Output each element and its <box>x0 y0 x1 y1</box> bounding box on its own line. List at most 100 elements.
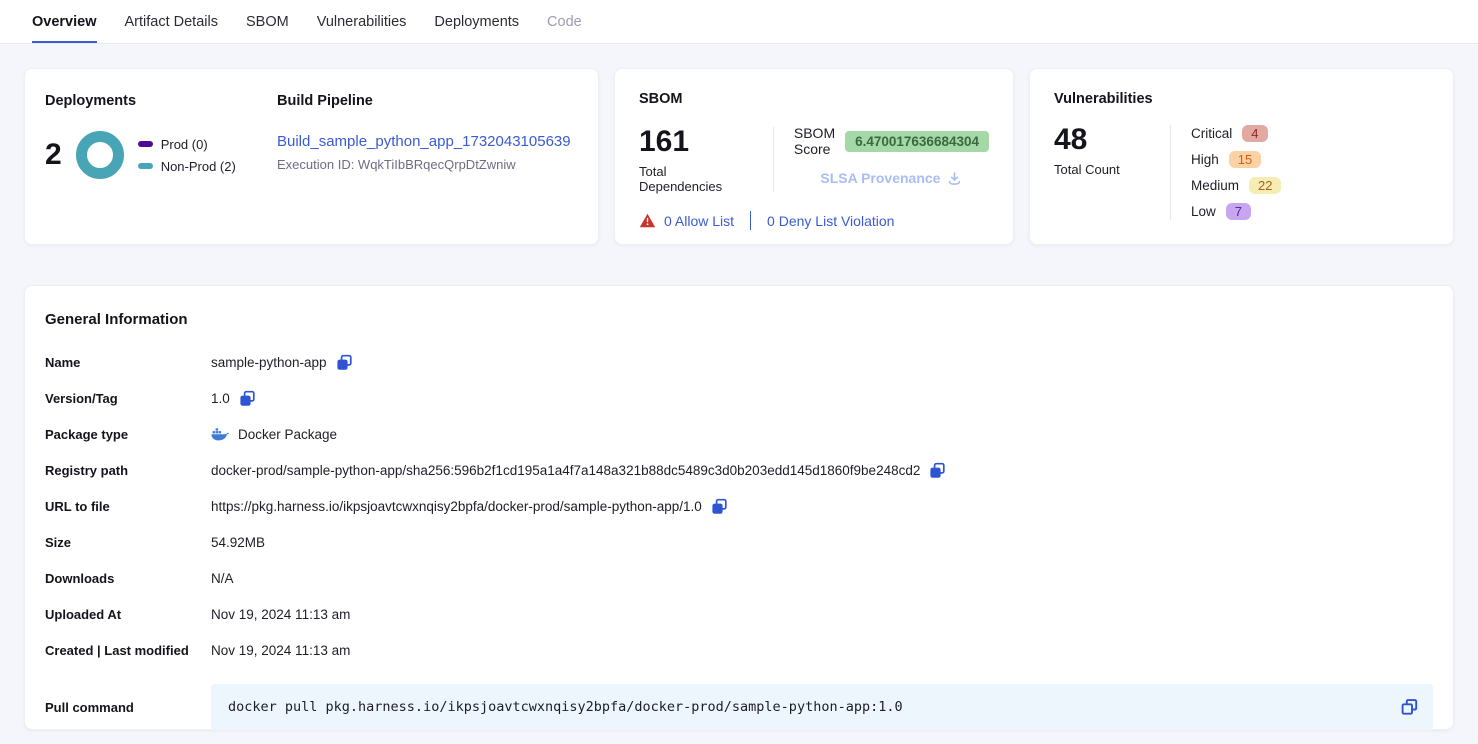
legend-label: Prod (0) <box>161 137 208 152</box>
name-value: sample-python-app <box>211 355 327 370</box>
slsa-provenance-label: SLSA Provenance <box>820 170 940 186</box>
vulnerabilities-total-label: Total Count <box>1054 162 1150 177</box>
version-value: 1.0 <box>211 391 230 406</box>
field-label: URL to file <box>45 499 211 514</box>
field-label: Uploaded At <box>45 607 211 622</box>
package-type-value: Docker Package <box>238 427 337 442</box>
deny-list-link[interactable]: 0 Deny List Violation <box>767 213 894 229</box>
row-url: URL to file https://pkg.harness.io/ikpsj… <box>45 496 1433 516</box>
downloads-value: N/A <box>211 571 234 586</box>
registry-path-value: docker-prod/sample-python-app/sha256:596… <box>211 463 920 478</box>
pull-command-box: docker pull pkg.harness.io/ikpsjoavtcwxn… <box>211 684 1433 730</box>
deployments-section: Deployments 2 Prod (0) Non-Prod (2) <box>45 93 277 220</box>
severity-count-badge: 15 <box>1229 151 1261 168</box>
severity-count-badge: 7 <box>1226 203 1251 220</box>
vulnerabilities-card: Vulnerabilities 48 Total Count Critical … <box>1029 68 1454 245</box>
divider <box>773 127 774 192</box>
field-label: Size <box>45 535 211 550</box>
tab-code[interactable]: Code <box>547 0 582 43</box>
severity-count-badge: 22 <box>1249 177 1281 194</box>
tab-artifact-details[interactable]: Artifact Details <box>125 0 218 43</box>
row-name: Name sample-python-app <box>45 352 1433 372</box>
deployments-legend: Prod (0) Non-Prod (2) <box>138 137 236 174</box>
tab-overview[interactable]: Overview <box>32 0 97 43</box>
row-registry-path: Registry path docker-prod/sample-python-… <box>45 460 1433 480</box>
severity-count-badge: 4 <box>1242 125 1267 142</box>
sbom-score-section: SBOM Score 6.470017636684304 SLSA Proven… <box>794 125 989 194</box>
tab-vulnerabilities[interactable]: Vulnerabilities <box>317 0 407 43</box>
copy-icon[interactable] <box>929 462 946 479</box>
severity-row-low: Low 7 <box>1191 201 1281 222</box>
copy-icon[interactable] <box>1400 698 1419 717</box>
row-package-type: Package type Docker Package <box>45 424 1433 444</box>
nonprod-color-dash <box>138 163 153 169</box>
prod-color-dash <box>138 141 153 147</box>
legend-item-prod: Prod (0) <box>138 137 236 152</box>
field-label: Name <box>45 355 211 370</box>
tab-sbom[interactable]: SBOM <box>246 0 289 43</box>
copy-icon[interactable] <box>336 354 353 371</box>
deployments-card: Deployments 2 Prod (0) Non-Prod (2) Buil… <box>24 68 599 245</box>
legend-item-nonprod: Non-Prod (2) <box>138 159 236 174</box>
severity-row-high: High 15 <box>1191 149 1281 170</box>
severity-row-critical: Critical 4 <box>1191 123 1281 144</box>
sbom-policy-links: 0 Allow List 0 Deny List Violation <box>639 211 989 230</box>
deployments-title: Deployments <box>45 93 277 109</box>
copy-icon[interactable] <box>239 390 256 407</box>
field-label: Pull command <box>45 700 211 715</box>
severity-label: Critical <box>1191 126 1232 141</box>
tab-deployments[interactable]: Deployments <box>434 0 519 43</box>
tab-bar: Overview Artifact Details SBOM Vulnerabi… <box>0 0 1478 44</box>
size-value: 54.92MB <box>211 535 265 550</box>
url-value: https://pkg.harness.io/ikpsjoavtcwxnqisy… <box>211 499 702 514</box>
general-information-title: General Information <box>45 311 1433 328</box>
vulnerabilities-totals: 48 Total Count <box>1054 123 1150 222</box>
copy-icon[interactable] <box>711 498 728 515</box>
sbom-card: SBOM 161 Total Dependencies SBOM Score 6… <box>614 68 1014 245</box>
severity-label: Low <box>1191 204 1216 219</box>
pull-command-value: docker pull pkg.harness.io/ikpsjoavtcwxn… <box>228 699 903 715</box>
created-modified-value: Nov 19, 2024 11:13 am <box>211 643 350 658</box>
row-size: Size 54.92MB <box>45 532 1433 552</box>
row-uploaded-at: Uploaded At Nov 19, 2024 11:13 am <box>45 604 1433 624</box>
row-pull-command: Pull command docker pull pkg.harness.io/… <box>45 684 1433 730</box>
field-label: Created | Last modified <box>45 643 211 658</box>
severity-list: Critical 4 High 15 Medium 22 Low 7 <box>1191 123 1281 222</box>
general-information-card: General Information Name sample-python-a… <box>24 285 1454 730</box>
deployments-total: 2 <box>45 138 62 172</box>
row-version: Version/Tag 1.0 <box>45 388 1433 408</box>
allow-list-link[interactable]: 0 Allow List <box>639 213 734 229</box>
download-icon <box>947 171 962 186</box>
row-created-modified: Created | Last modified Nov 19, 2024 11:… <box>45 640 1433 660</box>
summary-cards-row: Deployments 2 Prod (0) Non-Prod (2) Buil… <box>0 44 1478 245</box>
legend-label: Non-Prod (2) <box>161 159 236 174</box>
severity-label: High <box>1191 152 1219 167</box>
warning-icon <box>639 213 656 228</box>
divider <box>1170 125 1171 220</box>
divider <box>750 211 751 230</box>
deployments-donut-chart <box>76 131 124 179</box>
allow-list-label: 0 Allow List <box>664 213 734 229</box>
slsa-provenance-button[interactable]: SLSA Provenance <box>794 170 989 186</box>
sbom-total: 161 <box>639 125 753 158</box>
sbom-totals: 161 Total Dependencies <box>639 125 753 194</box>
build-pipeline-title: Build Pipeline <box>277 93 578 109</box>
field-label: Package type <box>45 427 211 442</box>
field-label: Version/Tag <box>45 391 211 406</box>
vulnerabilities-total: 48 <box>1054 123 1150 156</box>
docker-icon <box>211 427 229 441</box>
pipeline-link[interactable]: Build_sample_python_app_1732043105639 <box>277 133 571 150</box>
severity-label: Medium <box>1191 178 1239 193</box>
build-pipeline-section: Build Pipeline Build_sample_python_app_1… <box>277 93 578 220</box>
row-downloads: Downloads N/A <box>45 568 1433 588</box>
sbom-title: SBOM <box>639 91 989 107</box>
deny-list-label: 0 Deny List Violation <box>767 213 894 229</box>
sbom-score-label: SBOM Score <box>794 125 835 157</box>
field-label: Downloads <box>45 571 211 586</box>
uploaded-at-value: Nov 19, 2024 11:13 am <box>211 607 350 622</box>
vulnerabilities-title: Vulnerabilities <box>1054 91 1429 107</box>
sbom-score-badge: 6.470017636684304 <box>845 131 989 152</box>
severity-row-medium: Medium 22 <box>1191 175 1281 196</box>
execution-id: Execution ID: WqkTiIbBRqecQrpDtZwniw <box>277 157 578 172</box>
field-label: Registry path <box>45 463 211 478</box>
